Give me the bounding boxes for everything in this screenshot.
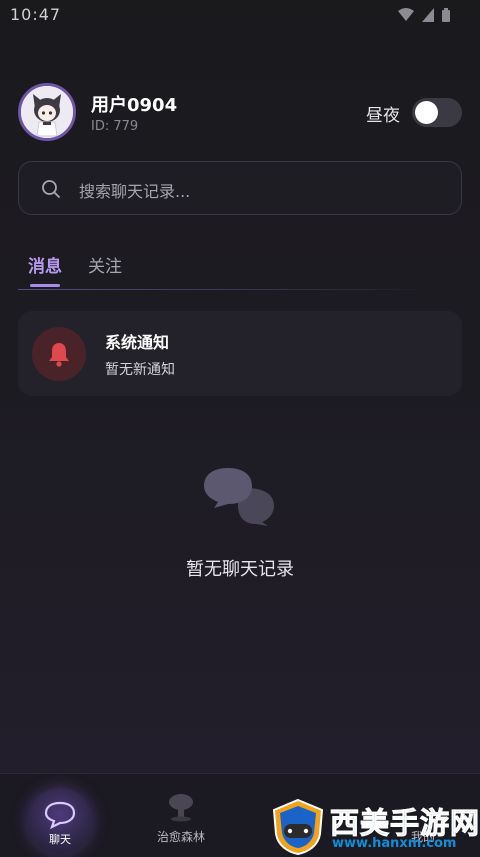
avatar[interactable]: [18, 83, 76, 141]
profile-header: 用户0904 ID: 779 昼夜: [18, 83, 462, 141]
nav-chat[interactable]: 聊天: [27, 788, 93, 854]
status-time: 10:47: [10, 5, 62, 24]
wifi-icon: [398, 8, 414, 21]
tab-messages[interactable]: 消息: [28, 252, 62, 277]
nav-healing-forest-label: 治愈森林: [156, 830, 205, 844]
tree-icon: [169, 794, 193, 822]
day-night-toggle[interactable]: [412, 98, 462, 127]
bell-icon-badge: [32, 327, 86, 381]
watermark: 西美手游网 www.hanxm.com: [268, 790, 480, 856]
search-icon: [42, 180, 60, 198]
watermark-url: www.hanxm.com: [332, 836, 457, 851]
search-placeholder: 搜索聊天记录...: [79, 182, 191, 201]
active-tab-indicator: [30, 284, 60, 287]
user-id: ID: 779: [91, 119, 139, 134]
chat-icon: [44, 801, 76, 830]
notification-title: 系统通知: [105, 333, 170, 352]
tab-bar: 消息 关注: [18, 248, 462, 290]
notification-subtitle: 暂无新通知: [105, 362, 175, 378]
toggle-knob: [415, 101, 438, 124]
empty-state-text: 暂无聊天记录: [186, 559, 294, 580]
tab-following[interactable]: 关注: [88, 252, 122, 277]
signal-icon: [422, 8, 434, 22]
chat-bubbles-icon: [204, 468, 274, 526]
system-notification-item[interactable]: 系统通知 暂无新通知: [18, 311, 462, 396]
cat-girl-avatar-image: [21, 86, 73, 138]
nav-chat-label: 聊天: [49, 833, 71, 846]
username: 用户0904: [91, 95, 178, 116]
tabs-divider: [18, 289, 432, 290]
watermark-shield-logo: [272, 798, 324, 856]
status-icons: [398, 8, 450, 22]
bell-icon: [49, 343, 69, 367]
status-bar: 10:47: [0, 0, 480, 32]
battery-icon: [442, 8, 450, 22]
day-night-label: 昼夜: [366, 106, 400, 126]
search-bar[interactable]: 搜索聊天记录...: [18, 161, 462, 215]
